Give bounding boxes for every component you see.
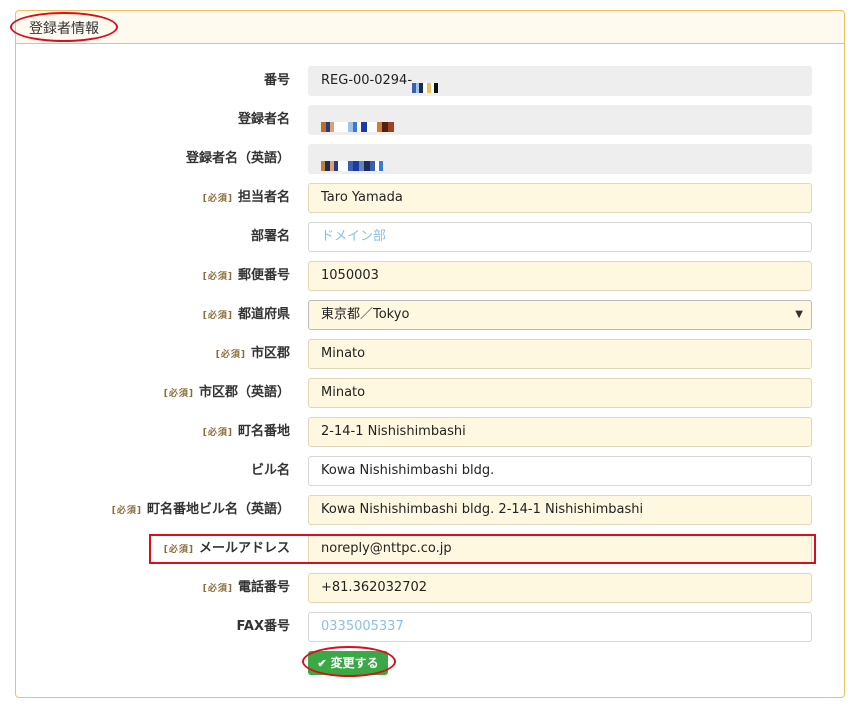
postal-code-input[interactable]: 1050003 (308, 261, 812, 291)
street-building-en-input[interactable]: Kowa Nishishimbashi bldg. 2-14-1 Nishish… (308, 495, 812, 525)
row-building: ビル名 Kowa Nishishimbashi bldg. (0, 456, 859, 486)
label-building: ビル名 (250, 463, 290, 478)
label-number: 番号 (263, 73, 290, 88)
registrant-name-en-value (308, 144, 812, 174)
email-annotation-box (149, 534, 816, 564)
street-input[interactable]: 2-14-1 Nishishimbashi (308, 417, 812, 447)
phone-input[interactable]: +81.362032702 (308, 573, 812, 603)
required-tag: [必須] (202, 428, 233, 438)
label-prefecture: [必須] 都道府県 (202, 307, 290, 322)
row-phone: [必須] 電話番号 +81.362032702 (0, 573, 859, 603)
label-registrant-name: 登録者名 (237, 112, 290, 127)
number-value: REG-00-0294- (308, 66, 812, 96)
required-tag: [必須] (215, 350, 246, 360)
label-city-en: [必須] 市区郡（英語） (163, 385, 290, 400)
label-contact-name: [必須] 担当者名 (202, 190, 290, 205)
required-tag: [必須] (202, 194, 233, 204)
required-tag: [必須] (163, 389, 194, 399)
fax-input[interactable]: 0335005337 (308, 612, 812, 642)
row-number: 番号 REG-00-0294- (0, 66, 859, 96)
required-tag: [必須] (202, 311, 233, 321)
redacted-mosaic (321, 153, 383, 171)
required-tag: [必須] (202, 272, 233, 282)
redacted-mosaic (412, 75, 439, 93)
label-city: [必須] 市区郡 (215, 346, 290, 361)
row-department: 部署名 ドメイン部 (0, 222, 859, 252)
row-prefecture: [必須] 都道府県 東京都／Tokyo ▼ (0, 300, 859, 330)
row-street-building-en: [必須] 町名番地ビル名（英語） Kowa Nishishimbashi bldg… (0, 495, 859, 525)
label-street: [必須] 町名番地 (202, 424, 290, 439)
chevron-down-icon: ▼ (795, 309, 803, 320)
redacted-mosaic (321, 114, 394, 132)
contact-name-input[interactable]: Taro Yamada (308, 183, 812, 213)
prefecture-select[interactable]: 東京都／Tokyo ▼ (308, 300, 812, 330)
required-tag: [必須] (202, 584, 233, 594)
label-fax: FAX番号 (236, 619, 290, 634)
department-input[interactable]: ドメイン部 (308, 222, 812, 252)
label-postal-code: [必須] 郵便番号 (202, 268, 290, 283)
building-input[interactable]: Kowa Nishishimbashi bldg. (308, 456, 812, 486)
row-fax: FAX番号 0335005337 (0, 612, 859, 642)
row-contact-name: [必須] 担当者名 Taro Yamada (0, 183, 859, 213)
title-annotation-oval (10, 12, 118, 42)
submit-annotation-oval (302, 646, 396, 677)
label-street-building-en: [必須] 町名番地ビル名（英語） (111, 502, 290, 517)
row-street: [必須] 町名番地 2-14-1 Nishishimbashi (0, 417, 859, 447)
row-city-en: [必須] 市区郡（英語） Minato (0, 378, 859, 408)
label-registrant-name-en: 登録者名（英語） (185, 151, 290, 166)
registrant-name-value (308, 105, 812, 135)
panel-header: 登録者情報 (16, 11, 844, 44)
number-text: REG-00-0294- (321, 73, 413, 88)
row-city: [必須] 市区郡 Minato (0, 339, 859, 369)
row-postal-code: [必須] 郵便番号 1050003 (0, 261, 859, 291)
required-tag: [必須] (111, 506, 142, 516)
city-en-input[interactable]: Minato (308, 378, 812, 408)
label-department: 部署名 (250, 229, 290, 244)
label-phone: [必須] 電話番号 (202, 580, 290, 595)
row-registrant-name-en: 登録者名（英語） (0, 144, 859, 174)
prefecture-selected: 東京都／Tokyo (321, 307, 410, 322)
city-input[interactable]: Minato (308, 339, 812, 369)
row-registrant-name: 登録者名 (0, 105, 859, 135)
